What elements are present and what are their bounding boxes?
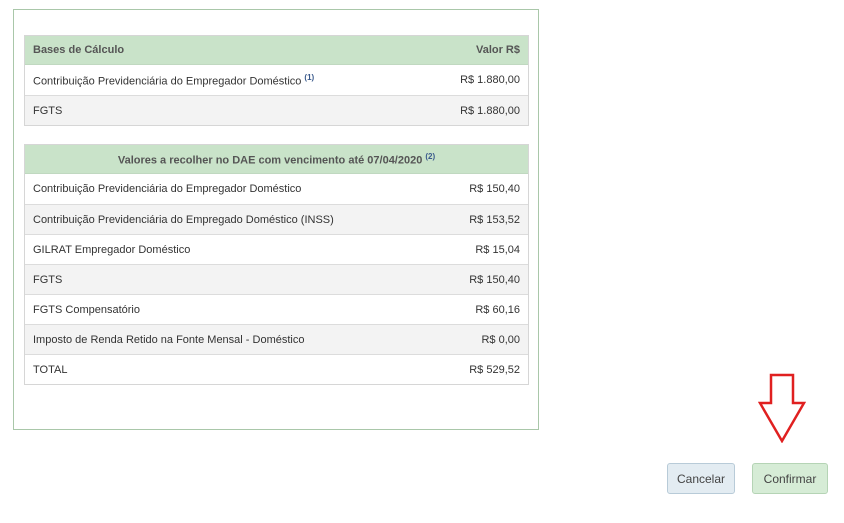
bases-header-value: Valor R$ bbox=[475, 44, 520, 56]
table-row: FGTS R$ 1.880,00 bbox=[25, 95, 528, 125]
row-value: R$ 60,16 bbox=[475, 303, 520, 316]
row-label: Contribuição Previdenciária do Empregado… bbox=[33, 75, 302, 88]
table-row: GILRAT Empregador Doméstico R$ 15,04 bbox=[25, 234, 528, 264]
row-value: R$ 153,52 bbox=[469, 213, 520, 226]
table-row: FGTS R$ 150,40 bbox=[25, 264, 528, 294]
cancel-button[interactable]: Cancelar bbox=[667, 463, 735, 494]
dae-table-header: Valores a recolher no DAE com vencimento… bbox=[25, 145, 528, 174]
bases-table-header: Bases de Cálculo Valor R$ bbox=[25, 36, 528, 65]
row-label: TOTAL bbox=[33, 363, 68, 376]
bases-table: Bases de Cálculo Valor R$ Contribuição P… bbox=[24, 35, 529, 126]
dae-table: Valores a recolher no DAE com vencimento… bbox=[24, 144, 529, 385]
footnote-link[interactable]: (2) bbox=[425, 152, 435, 161]
footnote-link[interactable]: (1) bbox=[304, 73, 314, 82]
row-value: R$ 0,00 bbox=[481, 333, 520, 346]
table-row: Contribuição Previdenciária do Empregado… bbox=[25, 174, 528, 204]
down-arrow-icon bbox=[758, 373, 806, 443]
table-row: Imposto de Renda Retido na Fonte Mensal … bbox=[25, 324, 528, 354]
row-label: FGTS bbox=[33, 273, 63, 286]
row-label: Contribuição Previdenciária do Empregado… bbox=[33, 183, 302, 195]
confirm-button[interactable]: Confirmar bbox=[752, 463, 828, 494]
row-value: R$ 1.880,00 bbox=[460, 104, 520, 117]
row-value: R$ 1.880,00 bbox=[460, 74, 520, 86]
row-label: FGTS bbox=[33, 104, 63, 117]
bases-header-label: Bases de Cálculo bbox=[33, 44, 125, 56]
row-value: R$ 529,52 bbox=[469, 363, 520, 376]
row-value: R$ 150,40 bbox=[469, 183, 520, 195]
row-label: FGTS Compensatório bbox=[33, 303, 140, 316]
row-value: R$ 15,04 bbox=[475, 243, 520, 256]
table-row-total: TOTAL R$ 529,52 bbox=[25, 354, 528, 384]
row-label: Contribuição Previdenciária do Empregado… bbox=[33, 213, 334, 226]
row-label: GILRAT Empregador Doméstico bbox=[33, 243, 191, 256]
table-row: FGTS Compensatório R$ 60,16 bbox=[25, 294, 528, 324]
dae-header-label: Valores a recolher no DAE com vencimento… bbox=[117, 154, 423, 167]
row-label: Imposto de Renda Retido na Fonte Mensal … bbox=[33, 333, 305, 346]
row-value: R$ 150,40 bbox=[469, 273, 520, 286]
table-row: Contribuição Previdenciária do Empregado… bbox=[25, 204, 528, 234]
table-row: Contribuição Previdenciária do Empregado… bbox=[25, 65, 528, 95]
summary-panel: Bases de Cálculo Valor R$ Contribuição P… bbox=[13, 9, 539, 430]
